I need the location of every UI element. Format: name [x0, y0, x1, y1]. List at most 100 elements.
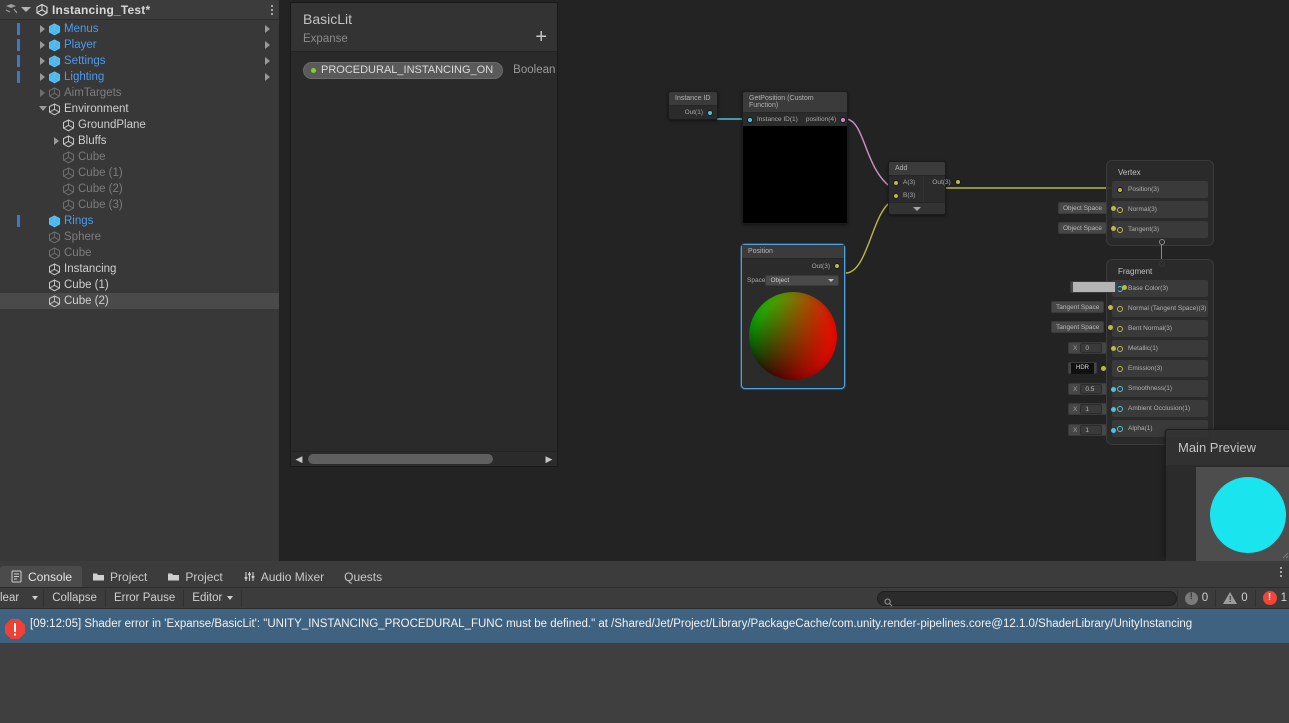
hierarchy-item-cube-1[interactable]: Cube (1) — [0, 165, 279, 181]
hierarchy-item-cube-1[interactable]: Cube (1) — [0, 277, 279, 293]
tab-audio-mixer[interactable]: Audio Mixer — [233, 566, 334, 587]
control-port-icon[interactable] — [1111, 225, 1117, 231]
control-port-icon[interactable] — [1108, 304, 1114, 310]
console-search-input[interactable] — [876, 590, 1177, 607]
alpha-field[interactable]: X 1 — [1068, 424, 1108, 436]
hierarchy-item-cube-3[interactable]: Cube (3) — [0, 197, 279, 213]
console-entry-list[interactable]: [09:12:05] Shader error in 'Expanse/Basi… — [0, 609, 1289, 723]
control-port-icon[interactable] — [1111, 205, 1117, 211]
tab-quests[interactable]: Quests — [334, 566, 392, 587]
hierarchy-item-environment[interactable]: Environment — [0, 101, 279, 117]
shader-graph-canvas[interactable]: BasicLit Expanse + PROCEDURAL_INSTANCING… — [280, 0, 1289, 561]
chevron-right-icon[interactable] — [265, 72, 271, 82]
scroll-left-icon[interactable]: ◀ — [294, 454, 304, 464]
alpha-control[interactable]: X 1 — [1068, 424, 1117, 436]
editor-dropdown-button[interactable]: Editor — [184, 589, 243, 607]
error-pause-button[interactable]: Error Pause — [106, 589, 185, 607]
control-port-icon[interactable] — [1111, 427, 1117, 433]
main-preview-stage[interactable] — [1196, 467, 1289, 561]
expand-toggle-icon[interactable] — [38, 104, 48, 114]
block-port-icon[interactable] — [1117, 365, 1123, 372]
vertex-normal-space-control[interactable]: Object Space — [1058, 202, 1117, 214]
space-dropdown[interactable]: Object Space — [1058, 222, 1108, 234]
blackboard-horizontal-scrollbar[interactable]: ◀ ▶ — [291, 451, 557, 466]
kebab-menu-icon[interactable] — [1280, 567, 1282, 577]
hierarchy-item-player[interactable]: Player — [0, 37, 279, 53]
block-emission[interactable]: Emission(3) — [1112, 360, 1208, 377]
block-port-icon[interactable] — [1117, 226, 1123, 233]
hierarchy-item-instancing[interactable]: Instancing — [0, 261, 279, 277]
output-port-icon[interactable] — [707, 109, 713, 116]
hierarchy-item-bluffs[interactable]: Bluffs — [0, 133, 279, 149]
hierarchy-item-cube[interactable]: Cube — [0, 149, 279, 165]
hierarchy-item-cube[interactable]: Cube — [0, 245, 279, 261]
smoothness-control[interactable]: X 0.5 — [1068, 383, 1117, 395]
scrollbar-track[interactable] — [304, 454, 544, 464]
scroll-right-icon[interactable]: ▶ — [544, 454, 554, 464]
hierarchy-item-lighting[interactable]: Lighting — [0, 69, 279, 85]
expand-toggle-icon[interactable] — [38, 72, 48, 82]
ambient-occlusion-value[interactable]: 1 — [1080, 404, 1103, 414]
space-dropdown[interactable]: Tangent Space — [1051, 301, 1105, 313]
node-collapse-button[interactable] — [889, 202, 945, 214]
console-entry[interactable]: [09:12:05] Shader error in 'Expanse/Basi… — [0, 613, 1289, 643]
main-preview-window[interactable]: Main Preview — [1165, 429, 1289, 561]
space-dropdown[interactable]: Object Space — [1058, 202, 1108, 214]
kebab-menu-icon[interactable] — [271, 4, 273, 15]
input-port-icon[interactable] — [893, 179, 899, 186]
node-port-row[interactable]: Instance ID(1) position(4) — [743, 113, 847, 126]
block-port-icon[interactable] — [1117, 345, 1123, 352]
base-color-control[interactable] — [1070, 281, 1127, 293]
hierarchy-item-rings[interactable]: Rings — [0, 213, 279, 229]
control-port-icon[interactable] — [1111, 386, 1117, 392]
space-dropdown[interactable]: Object — [765, 274, 839, 286]
blackboard-property-row[interactable]: PROCEDURAL_INSTANCING_ON Boolean — [291, 60, 557, 80]
property-pill[interactable]: PROCEDURAL_INSTANCING_ON — [303, 61, 504, 79]
block-metallic[interactable]: Metallic(1) — [1112, 340, 1208, 357]
bent-normal-space-control[interactable]: Tangent Space — [1051, 321, 1114, 333]
input-port-icon[interactable] — [747, 116, 753, 123]
node-input-row-a[interactable]: A(3) — [889, 176, 923, 189]
control-port-icon[interactable] — [1111, 345, 1117, 351]
collapse-button[interactable]: Collapse — [44, 589, 106, 607]
smoothness-value[interactable]: 0.5 — [1080, 384, 1103, 394]
expand-toggle-icon[interactable] — [38, 56, 48, 66]
tab-project[interactable]: Project — [157, 566, 232, 587]
hierarchy-item-cube-2[interactable]: Cube (2) — [0, 181, 279, 197]
control-port-icon[interactable] — [1101, 365, 1106, 371]
message-count[interactable]: 0 — [1176, 589, 1215, 607]
smoothness-field[interactable]: X 0.5 — [1068, 383, 1108, 395]
space-dropdown[interactable]: Tangent Space — [1051, 321, 1105, 333]
scrollbar-thumb[interactable] — [308, 454, 493, 464]
ambient-occlusion-control[interactable]: X 1 — [1068, 403, 1117, 415]
output-port-icon[interactable] — [954, 179, 961, 185]
node-get-position[interactable]: GetPosition (Custom Function) Instance I… — [742, 91, 848, 224]
block-vertex-position[interactable]: Position(3) — [1112, 181, 1208, 198]
color-swatch[interactable] — [1073, 282, 1115, 292]
block-ambient-occlusion[interactable]: Ambient Occlusion(1) — [1112, 400, 1208, 417]
block-port-icon[interactable] — [1117, 385, 1123, 392]
main-preview-body[interactable] — [1166, 465, 1289, 561]
block-port-icon[interactable] — [1117, 305, 1123, 312]
alpha-value[interactable]: 1 — [1080, 425, 1103, 435]
node-output-row[interactable]: Out(3) — [924, 176, 964, 189]
chevron-right-icon[interactable] — [265, 56, 271, 66]
normal-space-control[interactable]: Tangent Space — [1051, 301, 1114, 313]
node-input-row-b[interactable]: B(3) — [889, 189, 923, 202]
emission-control[interactable]: HDR — [1068, 362, 1106, 374]
expand-toggle-icon[interactable] — [52, 136, 62, 146]
hierarchy-dropdown-icon[interactable] — [21, 7, 31, 12]
block-port-icon[interactable] — [1117, 325, 1123, 332]
hierarchy-item-settings[interactable]: Settings — [0, 53, 279, 69]
clear-button[interactable]: lear — [0, 590, 27, 607]
block-normal-tangent-space[interactable]: Normal (Tangent Space)(3) — [1112, 300, 1208, 317]
hierarchy-item-groundplane[interactable]: GroundPlane — [0, 117, 279, 133]
hierarchy-item-menus[interactable]: Menus — [0, 21, 279, 37]
hierarchy-item-sphere[interactable]: Sphere — [0, 229, 279, 245]
input-port-icon[interactable] — [893, 192, 899, 199]
node-position[interactable]: Position Out(3) Space Object — [741, 244, 845, 389]
metallic-control[interactable]: X 0 — [1068, 342, 1117, 354]
add-property-button[interactable]: + — [535, 27, 547, 47]
hierarchy-item-cube-2[interactable]: Cube (2) — [0, 293, 279, 309]
emission-color-field[interactable]: HDR — [1068, 362, 1097, 374]
